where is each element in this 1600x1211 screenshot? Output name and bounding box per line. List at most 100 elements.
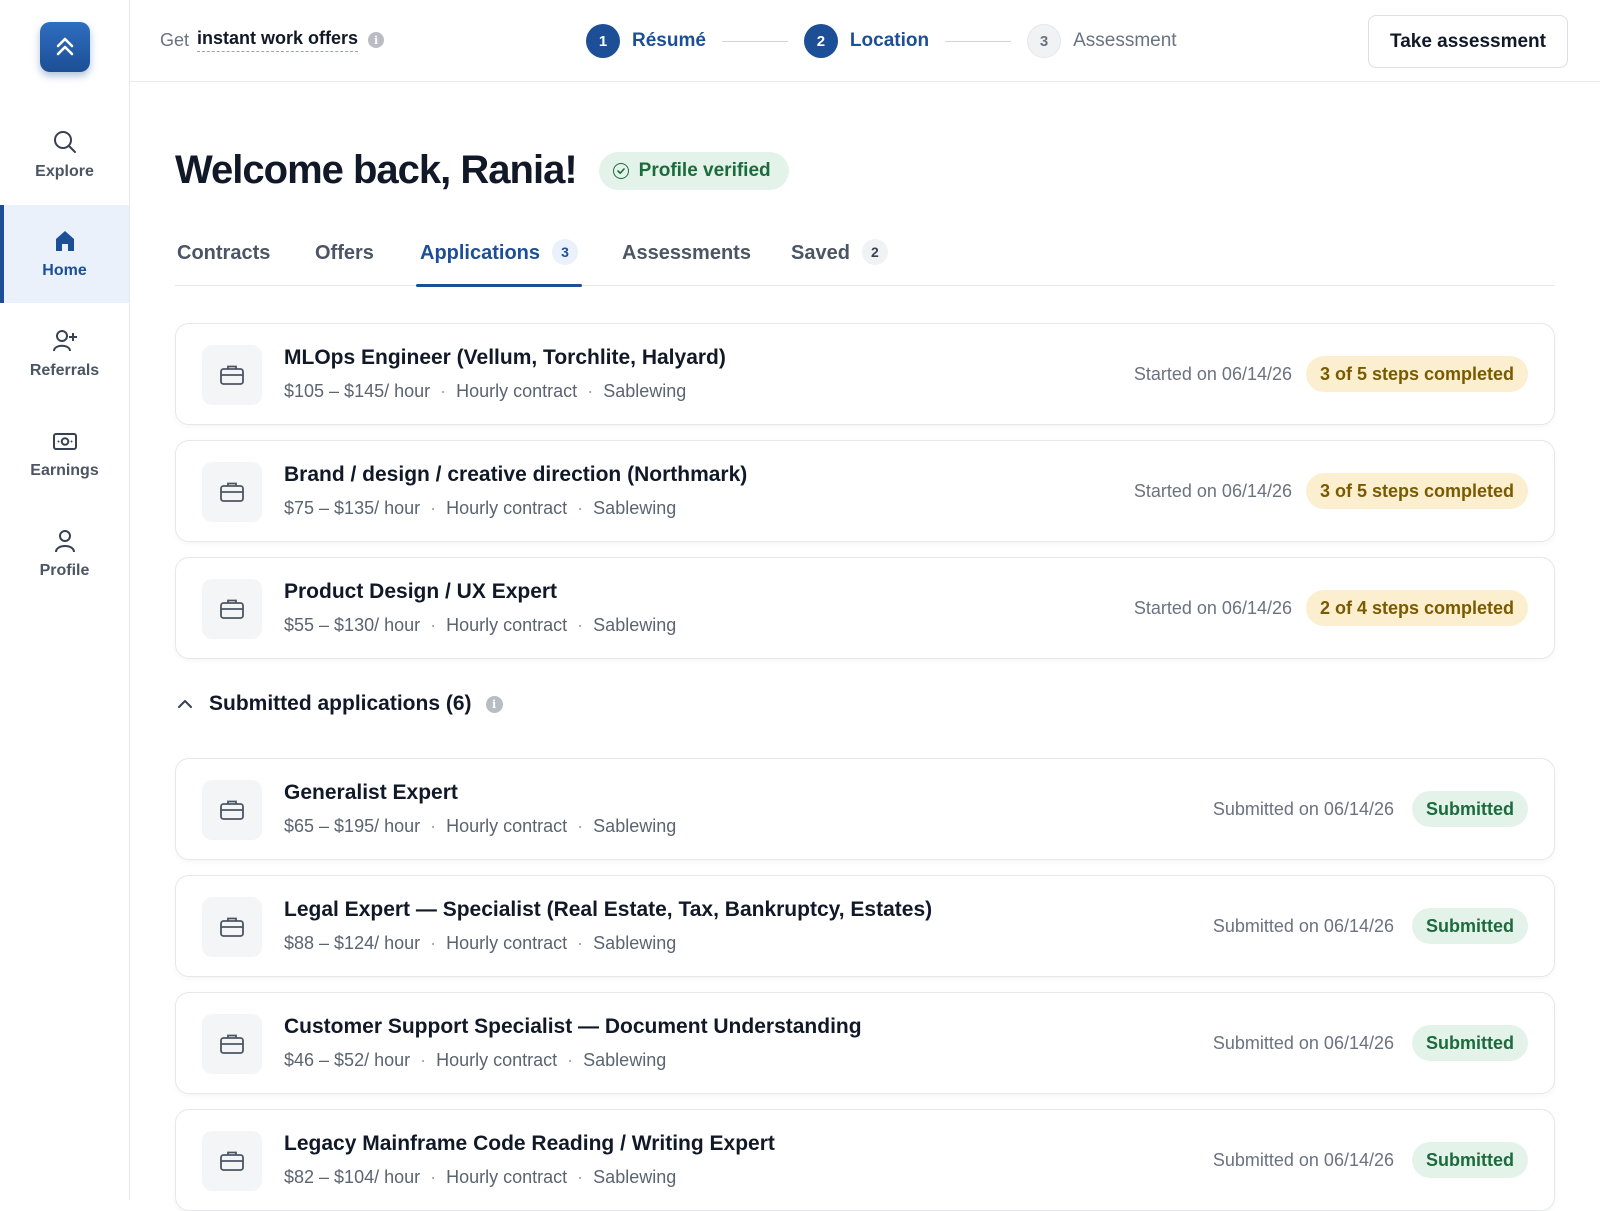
submitted-section-toggle[interactable]: Submitted applications (6) i [175,692,503,716]
application-card[interactable]: Brand / design / creative direction (Nor… [175,440,1555,542]
job-meta: $75 – $135/ hour · Hourly contract · Sablewi… [284,498,676,519]
sidebar: Explore Home Referrals Earnings Profile [0,0,130,1200]
submitted-date: Submitted on 06/14/26 [1212,916,1394,936]
tab-offers[interactable]: Offers [315,228,374,286]
meta-separator: · [577,615,584,635]
status-badge: Submitted [1412,791,1528,827]
sidebar-item-earnings[interactable]: Earnings [0,405,129,503]
application-card[interactable]: Generalist Expert $65 – $195/ hour · Hourl… [175,758,1555,860]
application-card[interactable]: Legacy Mainframe Code Reading / Writing … [175,1109,1555,1211]
application-card[interactable]: Product Design / UX Expert $55 – $130/ h… [175,557,1555,659]
job-meta: $88 – $124/ hour · Hourly contract · Sablewi… [284,933,676,954]
status-badge: Submitted [1412,908,1528,944]
job-meta: $105 – $145/ hour · Hourly contract · Sablew… [284,381,686,402]
tab-contracts[interactable]: Contracts [177,228,270,286]
contract-type: Hourly contract [436,1050,558,1070]
step-assessment[interactable]: 3 Assessment [1027,24,1177,58]
sidebar-item-profile[interactable]: Profile [0,505,129,603]
sidebar-item-label: Referrals [29,362,100,379]
verified-label: Profile verified [638,159,771,181]
tab-label: Offers [315,242,374,264]
sidebar-item-label: Explore [35,163,94,180]
meta-separator: · [430,933,437,953]
meta-separator: · [420,1050,427,1070]
info-icon[interactable]: i [485,695,503,713]
sidebar-item-referrals[interactable]: Referrals [0,305,129,403]
progress-badge: 2 of 4 steps completed [1305,590,1528,626]
contract-type: Hourly contract [446,933,568,953]
contract-type: Hourly contract [446,615,568,635]
step-number: 1 [586,24,620,58]
banknote-icon [52,428,78,454]
briefcase-icon [202,1014,262,1074]
sidebar-item-explore[interactable]: Explore [0,106,129,204]
instant-offers-link[interactable]: instant work offers [197,28,359,52]
meta-separator: · [567,1050,574,1070]
meta-separator: · [430,615,437,635]
meta-separator: · [587,381,594,401]
job-meta: $55 – $130/ hour · Hourly contract · Sablewi… [284,615,676,636]
company-name: Sablewing [603,381,687,401]
step-location[interactable]: 2 Location [803,24,930,58]
meta-separator: · [440,381,447,401]
pay-rate: $65 – $195/ hour [284,816,421,836]
pay-rate: $46 – $52/ hour [284,1050,411,1070]
step-number: 2 [803,24,838,58]
sidebar-item-label: Profile [39,562,90,579]
started-date: Started on 06/14/26 [1133,598,1292,618]
tab-saved[interactable]: Saved 2 [791,228,888,286]
sidebar-item-home[interactable]: Home [0,205,129,303]
started-date: Started on 06/14/26 [1133,364,1292,384]
app-logo[interactable] [40,22,90,72]
pay-rate: $55 – $130/ hour [284,615,421,635]
tab-assessments[interactable]: Assessments [622,228,751,286]
section-title: Submitted applications (6) [209,692,472,715]
job-title: MLOps Engineer (Vellum, Torchlite, Halya… [284,346,726,369]
profile-verified-badge: Profile verified [598,151,789,190]
application-card[interactable]: Customer Support Specialist — Document U… [175,992,1555,1094]
briefcase-icon [202,1131,262,1191]
job-title: Generalist Expert [284,781,458,804]
home-icon [52,228,78,254]
job-meta: $82 – $104/ hour · Hourly contract · Sablewi… [284,1167,676,1188]
started-date: Started on 06/14/26 [1133,481,1292,501]
step-label: Location [849,30,930,51]
job-title: Product Design / UX Expert [284,580,558,603]
tab-label: Assessments [622,242,751,264]
meta-separator: · [577,816,584,836]
briefcase-icon [202,579,262,639]
progress-badge: 3 of 5 steps completed [1305,356,1528,392]
search-icon [52,129,78,155]
meta-separator: · [577,933,584,953]
company-name: Sablewing [593,933,677,953]
instant-offers-promo: Get instant work offers i [160,28,385,52]
briefcase-icon [202,345,262,405]
step-connector [721,40,788,42]
submitted-date: Submitted on 06/14/26 [1212,1033,1394,1053]
contract-type: Hourly contract [456,381,578,401]
job-title: Brand / design / creative direction (Nor… [284,463,748,486]
tab-label: Applications [420,242,541,264]
person-icon [52,528,78,554]
page-title: Welcome back, Rania! [175,148,578,192]
tab-applications[interactable]: Applications 3 [415,228,583,287]
job-meta: $65 – $195/ hour · Hourly contract · Sablewi… [284,816,676,837]
step-label: Résumé [632,30,706,51]
info-icon[interactable]: i [368,32,385,48]
promo-prefix: Get [160,29,190,50]
contract-type: Hourly contract [446,816,568,836]
company-name: Sablewing [593,1167,677,1187]
company-name: Sablewing [583,1050,667,1070]
application-card[interactable]: Legal Expert — Specialist (Real Estate, … [175,875,1555,977]
pay-rate: $105 – $145/ hour [284,381,431,401]
step-resume[interactable]: 1 Résumé [586,24,706,58]
top-bar: Get instant work offers i 1 Résumé 2 Loc… [130,0,1600,82]
submitted-date: Submitted on 06/14/26 [1212,799,1394,819]
meta-separator: · [577,1167,584,1187]
application-card[interactable]: MLOps Engineer (Vellum, Torchlite, Halya… [175,323,1555,425]
meta-separator: · [430,1167,437,1187]
tab-count-badge: 2 [861,239,888,265]
take-assessment-button[interactable]: Take assessment [1368,15,1568,68]
sidebar-item-label: Earnings [30,462,99,479]
progress-badge: 3 of 5 steps completed [1305,473,1528,509]
